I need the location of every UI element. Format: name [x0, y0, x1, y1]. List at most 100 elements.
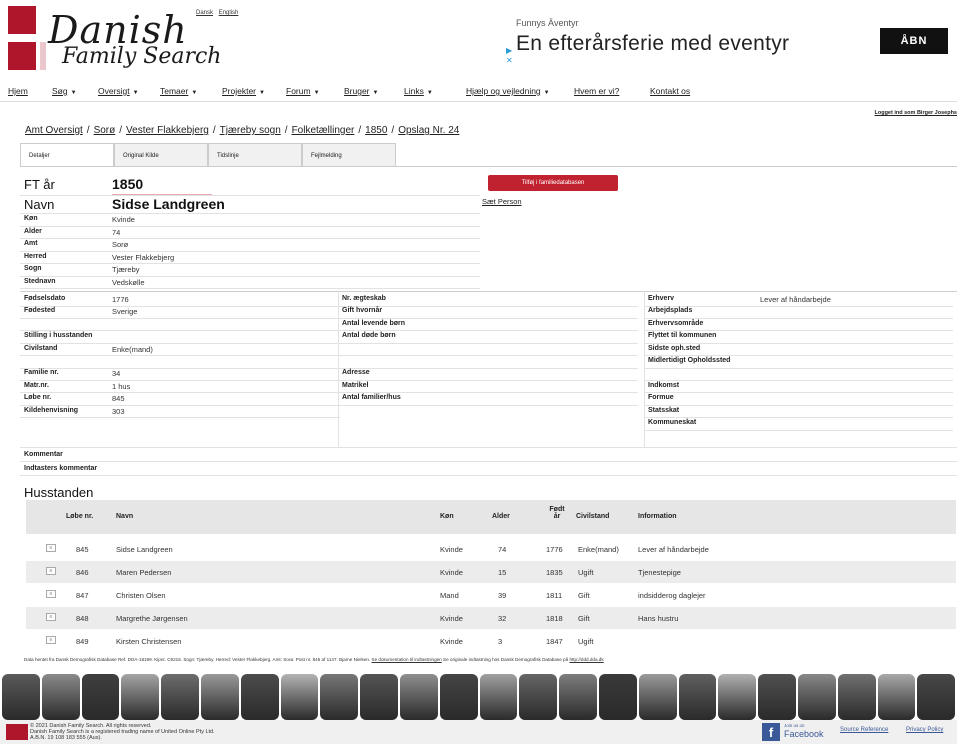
- ad-close-icon[interactable]: ✕: [506, 56, 513, 65]
- breadcrumb-link[interactable]: Folketællinger: [292, 125, 355, 136]
- cell-kon: Kvinde: [440, 545, 463, 554]
- ddd-link[interactable]: http://ddd.dda.dk: [569, 657, 603, 662]
- row-divider: [338, 305, 638, 307]
- column-header: Køn: [440, 513, 454, 520]
- nav-item-label: Temaer: [160, 86, 189, 96]
- row-divider: [20, 305, 340, 307]
- person-icon[interactable]: ≡: [46, 567, 56, 575]
- field-label: Arbejdsplads: [648, 307, 693, 315]
- source-note: Data hentet fra Dansk Demografisk Databa…: [24, 657, 604, 662]
- nav-item[interactable]: Projekter ▼: [222, 86, 265, 96]
- cell-civil: Gift: [578, 591, 590, 600]
- nav-item[interactable]: Hvem er vi?: [574, 86, 619, 96]
- tab-detaljer[interactable]: Detaljer: [20, 143, 114, 167]
- nav-item[interactable]: Links ▼: [404, 86, 433, 96]
- nav-item-label: Hjem: [8, 86, 28, 96]
- ad-play-icon[interactable]: ▶: [506, 46, 512, 55]
- table-row[interactable]: ≡ 849 Kirsten Christensen Kvinde 3 1847 Ugift: [26, 630, 956, 652]
- documentation-link[interactable]: Se dokumentation til indtastningen: [372, 657, 442, 662]
- nav-item[interactable]: Hjælp og vejledning ▼: [466, 86, 550, 96]
- historic-photo: [320, 674, 359, 720]
- field-label: Fødested: [24, 307, 56, 315]
- ad-open-button[interactable]: ÅBN: [880, 28, 948, 54]
- nav-item[interactable]: Forum ▼: [286, 86, 320, 96]
- breadcrumb-link[interactable]: Opslag Nr. 24: [398, 125, 459, 136]
- nav-item[interactable]: Hjem: [8, 86, 28, 96]
- breadcrumb-link[interactable]: 1850: [365, 125, 387, 136]
- nav-item[interactable]: Kontakt os: [650, 86, 690, 96]
- field-label: Antal levende børn: [342, 319, 406, 327]
- chevron-down-icon: ▼: [543, 90, 550, 96]
- chevron-down-icon: ▼: [70, 90, 77, 96]
- breadcrumb-separator: /: [391, 125, 395, 136]
- nav-item[interactable]: Temaer ▼: [160, 86, 197, 96]
- field-label: Herred: [24, 252, 47, 260]
- row-divider: [644, 392, 953, 394]
- tab-original-kilde[interactable]: Original Kilde: [114, 143, 208, 167]
- logo-subtext: Family Search: [62, 44, 222, 69]
- nav-item-label: Bruger: [344, 86, 370, 96]
- table-row[interactable]: ≡ 848 Margrethe Jørgensen Kvinde 32 1818 Gift H…: [26, 607, 956, 629]
- historic-photo: [638, 674, 677, 720]
- historic-photo: [519, 674, 558, 720]
- field-label: Stednavn: [24, 277, 56, 285]
- field-label: Løbe nr.: [24, 394, 52, 402]
- breadcrumb-separator: /: [212, 125, 216, 136]
- row-divider: [20, 225, 480, 227]
- chevron-down-icon: ▼: [426, 90, 433, 96]
- source-reference-link[interactable]: Source Reference: [840, 727, 888, 733]
- field-label: Matr.nr.: [24, 381, 49, 389]
- nav-item[interactable]: Bruger ▼: [344, 86, 378, 96]
- lang-english-link[interactable]: English: [219, 10, 239, 16]
- field-value: Sorø: [112, 240, 129, 249]
- field-label: Antal døde børn: [342, 332, 396, 340]
- table-row[interactable]: ≡ 845 Sidse Landgreen Kvinde 74 1776 Enke(mand…: [26, 538, 956, 560]
- chevron-down-icon: ▼: [191, 90, 198, 96]
- facebook-link[interactable]: f Join us on Facebook: [762, 723, 824, 741]
- chevron-down-icon: ▼: [132, 90, 139, 96]
- breadcrumb-separator: /: [358, 125, 362, 136]
- field-value: 303: [112, 406, 125, 416]
- tab-fejlmelding[interactable]: Fejlmelding: [302, 143, 396, 167]
- table-header: Løbe nr. Navn Køn Alder Født år Civilstand Inf…: [26, 500, 956, 534]
- field-value: Vedskølle: [112, 277, 145, 287]
- logged-in-user[interactable]: Logget ind som Birger Josephs: [874, 110, 957, 116]
- cell-nr: 847: [76, 591, 89, 600]
- footer: © 2021 Danish Family Search. All rights …: [0, 720, 957, 744]
- lang-dansk-link[interactable]: Dansk: [196, 10, 213, 16]
- row-divider: [20, 367, 340, 369]
- column-header: Født år: [549, 506, 565, 520]
- privacy-policy-link[interactable]: Privacy Policy: [906, 727, 943, 733]
- cell-nr: 848: [76, 614, 89, 623]
- language-switch: Dansk English: [196, 10, 242, 16]
- nav-item-label: Hjælp og vejledning: [466, 86, 541, 96]
- nav-item[interactable]: Oversigt ▼: [98, 86, 139, 96]
- historic-photo: [41, 674, 80, 720]
- set-person-link[interactable]: Sæt Person: [482, 197, 522, 206]
- table-row[interactable]: ≡ 846 Maren Pedersen Kvinde 15 1835 Ugift Tjene…: [26, 561, 956, 583]
- field-label: Alder: [24, 227, 42, 235]
- row-divider: [644, 417, 953, 419]
- person-icon[interactable]: ≡: [46, 613, 56, 621]
- cell-nr: 845: [76, 545, 89, 554]
- source-mid-text: Se originale indtastning hos Dansk Demog…: [443, 657, 569, 662]
- breadcrumb-link[interactable]: Tjæreby sogn: [220, 125, 281, 136]
- field-value: 845: [112, 394, 125, 404]
- breadcrumb-link[interactable]: Amt Oversigt: [25, 125, 83, 136]
- person-icon[interactable]: ≡: [46, 590, 56, 598]
- nav-item[interactable]: Søg ▼: [52, 86, 77, 96]
- chevron-down-icon: ▼: [372, 90, 379, 96]
- advertisement[interactable]: Funnys Äventyr ▶ ✕ En efterårsferie med …: [500, 4, 957, 72]
- add-to-family-db-button[interactable]: Tilføj i familiedatabasen: [488, 175, 618, 191]
- person-icon[interactable]: ≡: [46, 544, 56, 552]
- breadcrumb-separator: /: [86, 125, 90, 136]
- row-divider: [644, 305, 953, 307]
- tab-tidslinje[interactable]: Tidslinje: [208, 143, 302, 167]
- breadcrumb-link[interactable]: Sorø: [94, 125, 116, 136]
- cell-alder: 15: [498, 568, 507, 577]
- breadcrumb-link[interactable]: Vester Flakkebjerg: [126, 125, 209, 136]
- person-icon[interactable]: ≡: [46, 636, 56, 644]
- table-row[interactable]: ≡ 847 Christen Olsen Mand 39 1811 Gift indsidde…: [26, 584, 956, 606]
- field-label: Kommuneskat: [648, 419, 697, 426]
- column-header: Løbe nr.: [66, 513, 94, 520]
